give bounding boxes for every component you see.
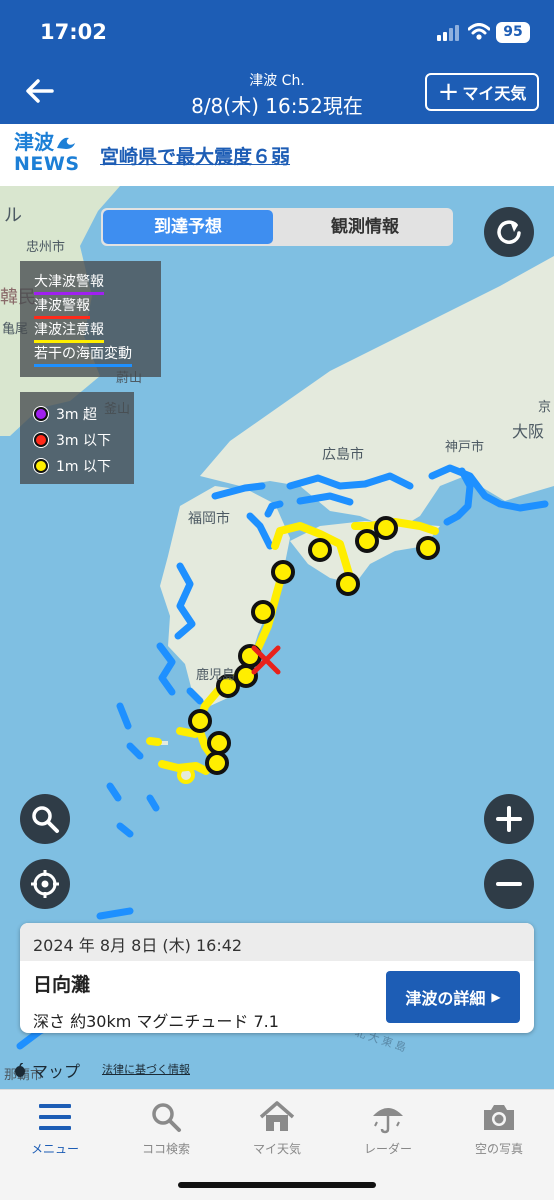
news-headline-link[interactable]: 宮崎県で最大震度６弱 — [100, 142, 290, 169]
place-label: 神戸市 — [445, 440, 485, 455]
add-my-weather-label: マイ天気 — [462, 84, 527, 103]
place-label: 鹿児島 — [196, 668, 236, 683]
zoom-in-button[interactable] — [484, 794, 534, 844]
tab-label: メニュー — [30, 1142, 79, 1156]
apple-logo-icon — [15, 1063, 25, 1077]
add-my-weather-button[interactable]: + マイ天気 — [425, 73, 539, 111]
tsunami-detail-button[interactable]: 津波の詳細 ▶ — [386, 971, 520, 1023]
place-label: 広島市 — [322, 447, 364, 463]
map-mode-tabs: 到達予想 観測情報 — [101, 208, 453, 246]
tab-label: 空の写真 — [474, 1142, 523, 1156]
current-location-button[interactable] — [20, 859, 70, 909]
legend-item: 大津波警報 — [34, 271, 161, 295]
menu-icon — [39, 1104, 71, 1130]
map-search-button[interactable] — [20, 794, 70, 844]
warning-legend: 大津波警報 津波警報 津波注意報 若干の海面変動 — [20, 261, 161, 377]
legend-item: 若干の海面変動 — [34, 343, 161, 367]
wifi-icon — [468, 23, 490, 40]
tsunami-news-logo: 津波 NEWS — [14, 131, 80, 175]
logo-top-text: 津波 — [14, 130, 54, 154]
legend-dot — [34, 407, 48, 421]
tab-search[interactable]: ココ検索 — [111, 1098, 221, 1157]
quake-location: 日向灘 — [33, 974, 91, 996]
legend-label: 津波警報 — [34, 295, 90, 319]
legend-label: 1m 以下 — [56, 459, 111, 475]
height-legend: 3m 超 3m 以下 1m 以下 — [20, 392, 134, 484]
law-info-link[interactable]: 法律に基づく情報 — [102, 1061, 190, 1077]
search-icon — [32, 806, 59, 833]
tab-label: レーダー — [363, 1142, 412, 1156]
tab-radar[interactable]: レーダー — [333, 1098, 443, 1157]
legend-label: 3m 超 — [56, 407, 97, 423]
tab-my-weather[interactable]: マイ天気 — [222, 1098, 332, 1157]
legend-dot — [34, 433, 48, 447]
camera-icon — [484, 1105, 514, 1130]
legend-item: 3m 以下 — [34, 427, 134, 453]
legend-label: 若干の海面変動 — [34, 343, 132, 367]
tsunami-map[interactable]: ル 忠州市 韓民 亀尾 蔚山 釜山 広島市 福岡市 神戸市 大阪 京 鹿児島 那… — [0, 186, 554, 1089]
legend-label: 3m 以下 — [56, 433, 111, 449]
place-label: 京 — [538, 400, 552, 415]
tab-label: マイ天気 — [252, 1142, 301, 1156]
legend-dot — [34, 459, 48, 473]
tab-menu[interactable]: メニュー — [0, 1098, 110, 1157]
news-banner: 津波 NEWS 宮崎県で最大震度６弱 — [0, 124, 554, 186]
plus-icon: + — [437, 77, 460, 107]
quake-depth-magnitude: 深さ 約30km マグニチュード 7.1 — [33, 1012, 279, 1031]
logo-bottom-text: NEWS — [14, 153, 80, 175]
tab-forecast[interactable]: 到達予想 — [103, 210, 273, 244]
plus-icon — [496, 806, 522, 832]
tab-label: ココ検索 — [141, 1142, 190, 1156]
status-bar: 17:02 95 — [0, 0, 554, 62]
earthquake-info-card: 2024 年 8月 8日 (木) 16:42 日向灘 深さ 約30km マグニチ… — [20, 923, 534, 1033]
place-label: 大阪 — [512, 422, 545, 441]
tab-sky-photos[interactable]: 空の写真 — [444, 1098, 554, 1157]
refresh-icon — [497, 220, 521, 244]
tab-observation[interactable]: 観測情報 — [277, 208, 453, 246]
legend-item: 1m 以下 — [34, 453, 134, 479]
legend-label: 津波注意報 — [34, 319, 104, 343]
status-time: 17:02 — [40, 20, 107, 44]
wave-icon — [57, 137, 75, 149]
cellular-signal-icon — [437, 25, 459, 41]
legend-item: 3m 超 — [34, 401, 134, 427]
tsunami-detail-label: 津波の詳細 — [405, 989, 486, 1008]
maps-attribution: マップ — [14, 1058, 80, 1082]
zoom-out-button[interactable] — [484, 859, 534, 909]
legend-item: 津波警報 — [34, 295, 161, 319]
crosshair-icon — [31, 870, 59, 898]
legend-label: 大津波警報 — [34, 271, 104, 295]
refresh-button[interactable] — [484, 207, 534, 257]
quake-time: 2024 年 8月 8日 (木) 16:42 — [20, 923, 534, 961]
maps-attribution-text: マップ — [32, 1062, 81, 1081]
play-arrow-icon: ▶ — [491, 990, 501, 1004]
place-label: 福岡市 — [188, 511, 230, 527]
place-label: 忠州市 — [26, 240, 66, 255]
umbrella-icon — [373, 1108, 403, 1134]
header: 津波 Ch. 8/8(木) 16:52現在 + マイ天気 — [0, 62, 554, 124]
search-icon — [152, 1103, 181, 1132]
legend-item: 津波注意報 — [34, 319, 161, 343]
minus-icon — [496, 882, 522, 886]
battery-indicator: 95 — [496, 22, 530, 43]
home-indicator — [178, 1182, 376, 1188]
place-label: ル — [4, 205, 22, 226]
home-icon — [259, 1101, 295, 1131]
